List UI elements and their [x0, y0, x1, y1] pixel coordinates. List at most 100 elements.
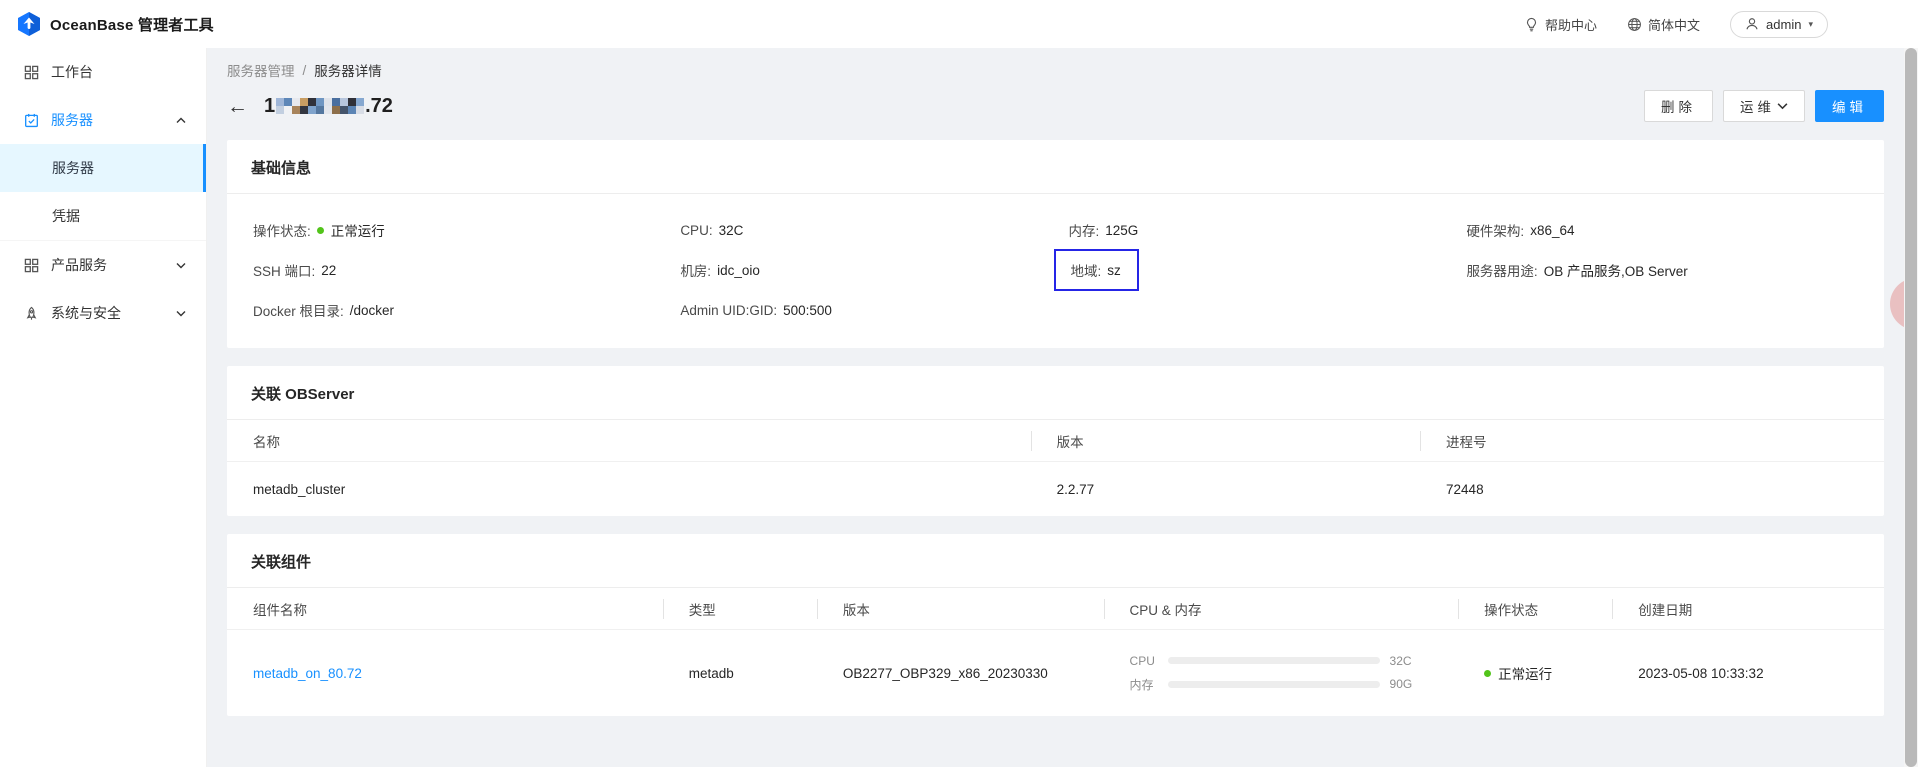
field-idc: 机房: idc_oio [680, 262, 760, 280]
basic-info-title: 基础信息 [227, 140, 1884, 194]
component-name-link[interactable]: metadb_on_80.72 [253, 666, 362, 681]
page-title: 1 .72 [264, 95, 393, 118]
components-table-header: 组件名称 类型 版本 CPU & 内存 操作状态 创建日期 [227, 588, 1884, 630]
chevron-down-icon [176, 262, 186, 269]
back-arrow-icon[interactable]: ← [227, 96, 248, 117]
sidebar-item-system-security[interactable]: 系统与安全 [0, 289, 206, 337]
green-status-dot [316, 226, 324, 234]
green-status-dot [1484, 669, 1492, 677]
language-label: 简体中文 [1648, 17, 1701, 33]
field-server-purpose: 服务器用途: OB 产品服务,OB Server [1466, 264, 1688, 279]
observer-table-header: 名称 版本 进程号 [227, 420, 1884, 462]
basic-info-grid: 操作状态: 正常运行 CPU: 32C 内存: 125G 硬件架构: x86_6… [227, 194, 1884, 348]
sidebar-item-label: 产品服务 [51, 257, 107, 273]
globe-icon [1627, 17, 1642, 32]
ops-button-label: 运维 [1740, 100, 1775, 115]
breadcrumb-parent[interactable]: 服务器管理 [227, 60, 295, 80]
chevron-down-icon [1777, 102, 1788, 110]
observer-pid-cell: 72448 [1446, 481, 1484, 497]
column-header-version: 版本 [817, 599, 1104, 619]
field-memory: 内存: 125G [1068, 222, 1139, 240]
sidebar-item-server[interactable]: 服务器 [0, 96, 206, 144]
top-header: OceanBase 管理者工具 帮助中心 简体中文 admin ▾ [0, 0, 1918, 48]
column-header-version: 版本 [1031, 431, 1420, 451]
field-cpu: CPU: 32C [680, 222, 744, 238]
related-components-card: 关联组件 组件名称 类型 版本 CPU & 内存 操作状态 创建日期 metad… [227, 534, 1884, 716]
sidebar-item-label: 工作台 [51, 64, 93, 80]
oceanbase-logo-icon [16, 11, 42, 37]
app-logo: OceanBase 管理者工具 [0, 0, 214, 48]
status-text: 正常运行 [1498, 667, 1553, 682]
cpu-bar-track [1167, 657, 1380, 664]
sidebar-item-products[interactable]: 产品服务 [0, 241, 206, 289]
column-header-name: 名称 [253, 434, 280, 450]
sidebar-item-server-list[interactable]: 服务器 [0, 144, 206, 192]
memory-capacity: 90G [1389, 677, 1413, 691]
column-header-created: 创建日期 [1612, 599, 1884, 619]
component-status-cell: 正常运行 [1458, 663, 1612, 683]
sidebar-item-label: 服务器 [51, 112, 93, 128]
sidebar-item-label: 系统与安全 [51, 305, 121, 321]
component-type-cell: metadb [688, 665, 734, 681]
field-docker-root: Docker 根目录: /docker [253, 302, 395, 320]
delete-button-label: 删除 [1661, 100, 1696, 115]
observer-name-cell: metadb_cluster [253, 481, 346, 497]
memory-gauge: 内存 90G [1129, 677, 1413, 692]
edit-button[interactable]: 编辑 [1815, 90, 1884, 122]
app-title: OceanBase 管理者工具 [50, 16, 214, 34]
scrollbar-thumb[interactable] [1905, 48, 1917, 767]
title-ip-prefix: 1 [264, 94, 276, 117]
breadcrumb: 服务器管理 / 服务器详情 [227, 60, 1884, 80]
basic-info-card: 基础信息 操作状态: 正常运行 CPU: 32C 内存: 125G 硬件架构: … [227, 140, 1884, 348]
sidebar: 工作台 服务器 服务器 凭据 产品服务 系统与安全 [0, 48, 207, 767]
help-center-label: 帮助中心 [1545, 17, 1598, 33]
field-admin-uid-gid: Admin UID:GID: 500:500 [680, 302, 832, 318]
breadcrumb-separator: / [302, 62, 307, 78]
table-row: metadb_cluster 2.2.77 72448 [227, 462, 1884, 516]
observer-version-cell: 2.2.77 [1056, 481, 1095, 497]
help-center-button[interactable]: 帮助中心 [1524, 15, 1597, 34]
related-observer-card: 关联 OBServer 名称 版本 进程号 metadb_cluster 2.2… [227, 366, 1884, 516]
user-name: admin [1766, 16, 1802, 32]
cpu-gauge: CPU 32C [1129, 653, 1412, 668]
grid-icon [24, 258, 39, 273]
related-components-title: 关联组件 [227, 534, 1884, 588]
column-header-cpu-mem: CPU & 内存 [1104, 599, 1459, 619]
grid-icon [24, 65, 39, 80]
system-security-rocket-icon [24, 306, 39, 321]
column-header-pid: 进程号 [1420, 431, 1884, 451]
component-created-cell: 2023-05-08 10:33:32 [1638, 665, 1764, 681]
page-title-row: ← 1 .72 删除 运维 编辑 [227, 90, 1884, 122]
related-observer-title: 关联 OBServer [227, 366, 1884, 420]
chevron-down-icon [176, 310, 186, 317]
ops-dropdown-button[interactable]: 运维 [1723, 90, 1805, 122]
sidebar-submenu-server: 服务器 凭据 [0, 144, 206, 241]
calendar-check-icon [24, 113, 39, 128]
memory-bar-track [1167, 680, 1380, 688]
sidebar-item-credentials[interactable]: 凭据 [0, 192, 206, 240]
chevron-up-icon [176, 117, 186, 124]
title-ip-suffix: .72 [365, 94, 393, 117]
sidebar-item-label: 服务器 [52, 160, 94, 176]
breadcrumb-current: 服务器详情 [314, 64, 382, 79]
component-version-cell: OB2277_OBP329_x86_20230330 [842, 665, 1048, 681]
user-menu[interactable]: admin ▾ [1730, 10, 1828, 38]
main-content: 服务器管理 / 服务器详情 ← 1 .72 删除 运维 编辑 基础信息 操作状态… [207, 48, 1904, 767]
field-region: 地域: sz [1054, 249, 1466, 291]
lightbulb-icon [1524, 17, 1539, 32]
user-icon [1745, 17, 1759, 31]
language-switcher[interactable]: 简体中文 [1627, 15, 1700, 34]
delete-button[interactable]: 删除 [1644, 90, 1713, 122]
cpu-capacity: 32C [1389, 653, 1412, 668]
sidebar-item-label: 凭据 [52, 208, 80, 224]
field-operation-status: 操作状态: 正常运行 [253, 224, 385, 239]
cpu-memory-gauges: CPU 32C 内存 90G [1130, 654, 1459, 693]
column-header-component-name: 组件名称 [253, 602, 307, 618]
column-header-type: 类型 [663, 599, 817, 619]
field-arch: 硬件架构: x86_64 [1466, 222, 1575, 240]
column-header-status: 操作状态 [1458, 599, 1612, 619]
edit-button-label: 编辑 [1832, 100, 1867, 115]
vertical-scrollbar[interactable] [1904, 48, 1918, 767]
sidebar-item-workbench[interactable]: 工作台 [0, 48, 206, 96]
annotation-highlight-box: 地域: sz [1054, 249, 1139, 291]
